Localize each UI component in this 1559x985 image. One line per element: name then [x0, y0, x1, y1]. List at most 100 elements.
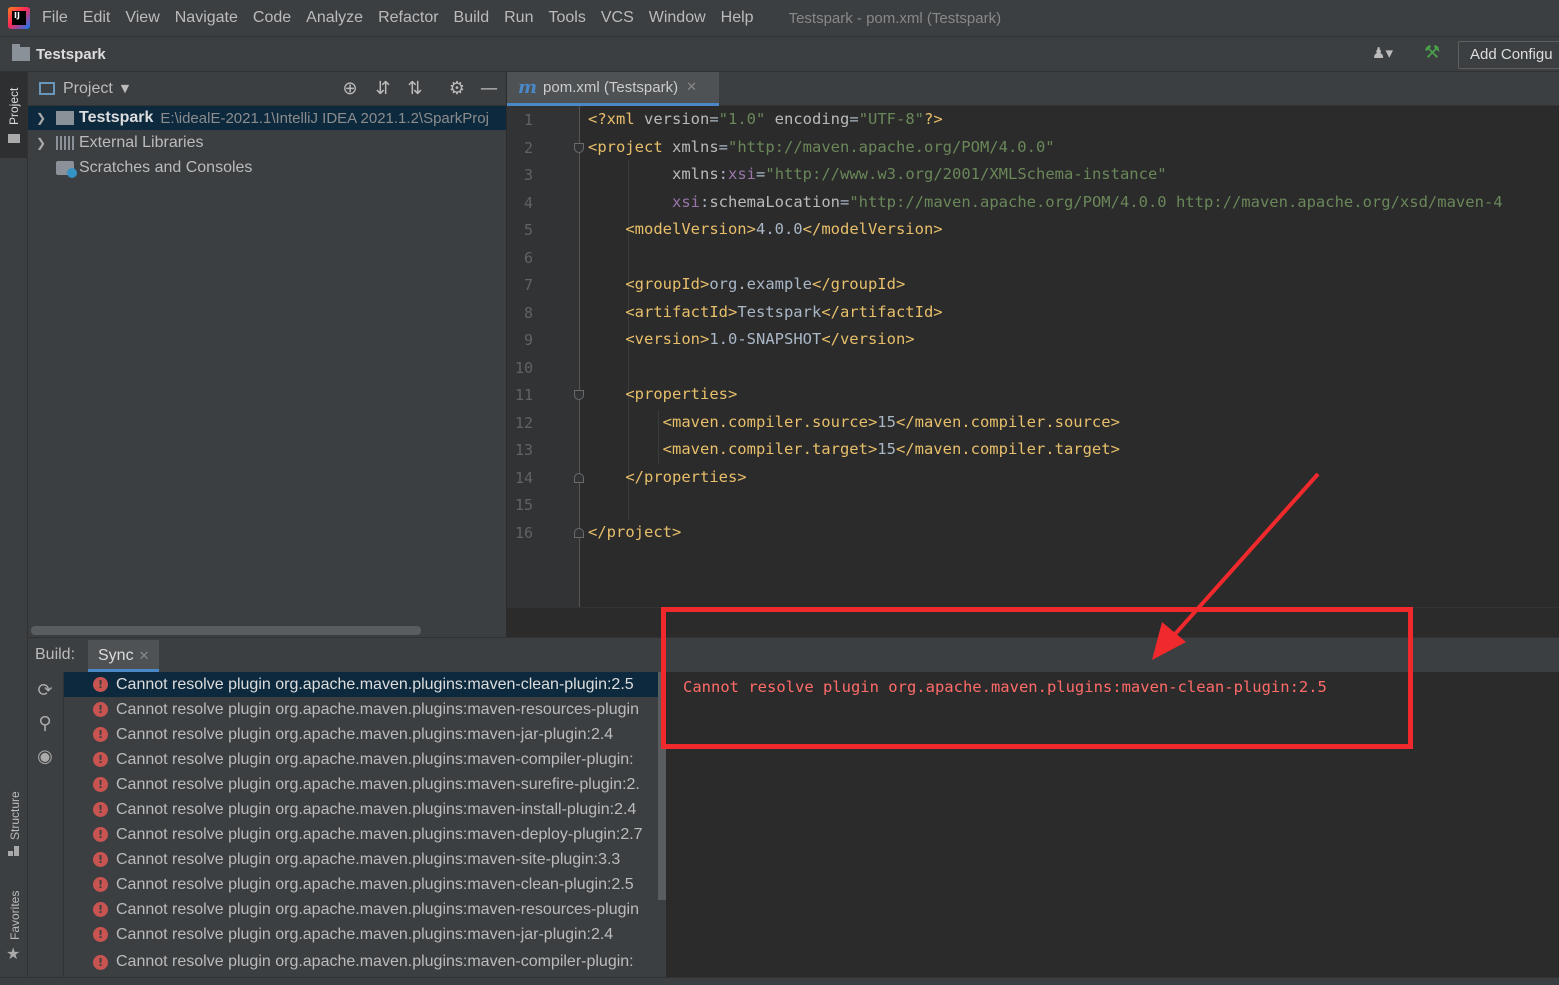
build-list-item[interactable]: ! Cannot resolve plugin org.apache.maven.…	[64, 822, 658, 847]
tool-tab-structure[interactable]: Structure	[8, 791, 22, 840]
chevron-right-icon[interactable]: ❯	[36, 111, 46, 125]
build-list-item[interactable]: ! Cannot resolve plugin org.apache.maven.…	[64, 697, 658, 722]
build-list-item[interactable]: ! Cannot resolve plugin org.apache.maven.…	[64, 797, 658, 822]
menu-refactor[interactable]: Refactor	[378, 9, 438, 27]
build-list-item[interactable]: ! Cannot resolve plugin org.apache.maven.…	[64, 747, 658, 772]
menu-navigate[interactable]: Navigate	[175, 9, 238, 27]
build-list-item[interactable]: ! Cannot resolve plugin org.apache.maven.…	[64, 947, 658, 977]
fold-marker[interactable]	[574, 473, 584, 483]
line-number: 7	[523, 276, 533, 294]
build-list-item[interactable]: ! Cannot resolve plugin org.apache.maven.…	[64, 722, 658, 747]
build-label: Build:	[35, 646, 76, 663]
breadcrumb-project[interactable]: Testspark	[36, 46, 106, 63]
menu-bar: IJ File Edit View Navigate Code Analyze …	[0, 0, 1559, 36]
build-list-item[interactable]: ! Cannot resolve plugin org.apache.maven.…	[64, 922, 658, 947]
add-configuration-button[interactable]: Add Configu	[1458, 41, 1559, 69]
navigation-bar: Testspark	[0, 36, 1559, 72]
error-icon: !	[93, 954, 108, 970]
code-line-3: xmlns:xsi="http://www.w3.org/2001/XMLSch…	[672, 165, 1167, 183]
eye-icon[interactable]: ◉	[34, 746, 56, 767]
window-title: Testspark - pom.xml (Testspark)	[788, 9, 1002, 27]
line-number: 10	[514, 359, 533, 377]
menu-file[interactable]: File	[42, 9, 68, 27]
tab-sync[interactable]: Sync ✕	[88, 640, 160, 672]
line-number: 4	[523, 194, 533, 212]
menu-analyze[interactable]: Analyze	[306, 9, 363, 27]
menu-window[interactable]: Window	[649, 9, 706, 27]
error-icon: !	[93, 927, 108, 942]
collapse-all-icon[interactable]: ⇅	[405, 79, 425, 99]
structure-icon	[8, 846, 20, 858]
project-horizontal-scrollbar[interactable]	[31, 626, 421, 635]
build-hammer-icon[interactable]: ⚒	[1424, 42, 1446, 64]
error-icon: !	[93, 752, 108, 767]
tool-tab-favorites[interactable]: Favorites	[8, 891, 22, 940]
editor-tab-label: pom.xml (Testspark)	[543, 79, 679, 96]
hide-panel-icon[interactable]: —	[479, 79, 499, 99]
project-panel-header: Project ▼	[28, 72, 506, 106]
code-line-2: <project xmlns="http://maven.apache.org/…	[588, 138, 1055, 156]
code-line-9: <version>1.0-SNAPSHOT</version>	[625, 330, 915, 348]
line-number: 2	[523, 139, 533, 157]
error-icon: !	[93, 802, 108, 817]
chevron-down-icon[interactable]: ▼	[121, 82, 129, 95]
fold-marker[interactable]	[574, 143, 584, 153]
fold-marker[interactable]	[574, 528, 584, 538]
menu-tools[interactable]: Tools	[548, 9, 585, 27]
menu-help[interactable]: Help	[721, 9, 754, 27]
tree-item-testspark[interactable]: ❯ Testspark E:\idealE-2021.1\IntelliJ ID…	[28, 106, 506, 130]
tree-item-path: E:\idealE-2021.1\IntelliJ IDEA 2021.1.2\…	[160, 109, 489, 127]
project-panel-title[interactable]: Project	[63, 80, 113, 98]
expand-all-icon[interactable]: ⇵	[373, 79, 393, 99]
editor-tab-pom[interactable]: m pom.xml (Testspark) ✕	[507, 72, 719, 106]
sync-tab-label: Sync	[98, 647, 134, 664]
menu-build[interactable]: Build	[454, 9, 490, 27]
module-folder-icon	[56, 111, 74, 125]
tree-item-label: Testspark	[79, 109, 154, 126]
tool-tab-project-label[interactable]: Project	[7, 88, 21, 125]
refresh-icon[interactable]: ⟳	[34, 680, 56, 701]
build-list-item[interactable]: ! Cannot resolve plugin org.apache.maven.…	[64, 672, 658, 697]
close-icon[interactable]: ✕	[686, 80, 697, 95]
pin-icon[interactable]: ⚲	[34, 713, 56, 734]
error-icon: !	[93, 877, 108, 892]
project-view-icon	[39, 82, 55, 95]
line-number: 15	[514, 496, 533, 514]
status-bar	[0, 977, 1559, 985]
build-list-item[interactable]: ! Cannot resolve plugin org.apache.maven.…	[64, 897, 658, 922]
build-list-item[interactable]: ! Cannot resolve plugin org.apache.maven.…	[64, 872, 658, 897]
user-icon[interactable]: ♟▾	[1372, 44, 1406, 64]
tree-item-external-libraries[interactable]: ❯ External Libraries	[28, 131, 506, 155]
locate-target-icon[interactable]: ⊕	[340, 79, 360, 99]
close-icon[interactable]: ✕	[139, 649, 150, 669]
fold-marker[interactable]	[574, 390, 584, 400]
scratches-icon	[56, 161, 77, 178]
line-number: 13	[514, 441, 533, 459]
build-list-item[interactable]: ! Cannot resolve plugin org.apache.maven.…	[64, 847, 658, 872]
error-icon: !	[93, 902, 108, 917]
maven-icon: m	[518, 77, 538, 98]
star-icon: ★	[6, 944, 21, 963]
menu-view[interactable]: View	[125, 9, 159, 27]
code-line-8: <artifactId>Testspark</artifactId>	[625, 303, 943, 321]
menu-run[interactable]: Run	[504, 9, 533, 27]
code-line-4: xsi:schemaLocation="http://maven.apache.…	[672, 193, 1503, 211]
code-line-14: </properties>	[625, 468, 747, 486]
code-line-11: <properties>	[625, 385, 738, 403]
menu-edit[interactable]: Edit	[83, 9, 111, 27]
project-tree: ❯ Testspark E:\idealE-2021.1\IntelliJ ID…	[28, 106, 506, 631]
menu-vcs[interactable]: VCS	[601, 9, 634, 27]
tree-item-label: External Libraries	[79, 134, 204, 151]
tree-item-scratches[interactable]: Scratches and Consoles	[28, 156, 506, 180]
line-number: 8	[523, 304, 533, 322]
line-number: 14	[514, 469, 533, 487]
error-icon: !	[93, 727, 108, 742]
gear-icon[interactable]: ⚙	[447, 79, 467, 99]
folder-icon	[12, 44, 30, 61]
chevron-right-icon[interactable]: ❯	[36, 136, 46, 150]
build-list-item[interactable]: ! Cannot resolve plugin org.apache.maven.…	[64, 772, 658, 797]
menu-code[interactable]: Code	[253, 9, 291, 27]
line-number: 16	[514, 524, 533, 542]
code-line-13: <maven.compiler.target>15</maven.compile…	[662, 440, 1120, 458]
code-line-16: </project>	[588, 523, 682, 541]
